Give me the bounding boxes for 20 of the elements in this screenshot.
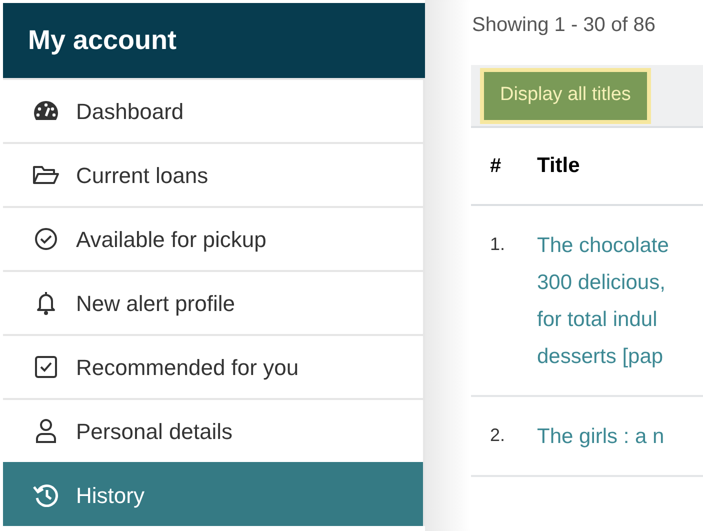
title-link[interactable]: The girls : a n xyxy=(537,418,664,455)
bell-icon xyxy=(35,290,57,316)
checkbox-icon xyxy=(34,355,58,379)
sidebar-item[interactable]: History xyxy=(3,462,423,526)
title-link[interactable]: 300 delicious, xyxy=(537,264,666,301)
title-link[interactable]: for total indul xyxy=(537,301,658,338)
row-number: 2. xyxy=(489,424,506,447)
check-circle-icon xyxy=(34,227,58,251)
folder-icon xyxy=(32,164,60,186)
title-link[interactable]: The chocolate xyxy=(537,227,669,264)
person-icon xyxy=(35,418,57,444)
dashboard-icon xyxy=(33,100,59,122)
display-all-titles-button[interactable]: Display all titles xyxy=(480,68,651,124)
column-header: # xyxy=(489,154,502,179)
title-link[interactable]: desserts [pap xyxy=(537,338,664,375)
row-number: 1. xyxy=(489,233,506,256)
sidebar-header: My account xyxy=(3,3,425,78)
results-summary: Showing 1 - 30 of 86 xyxy=(472,13,656,38)
column-header: Title xyxy=(537,153,580,180)
history-icon xyxy=(33,483,59,507)
